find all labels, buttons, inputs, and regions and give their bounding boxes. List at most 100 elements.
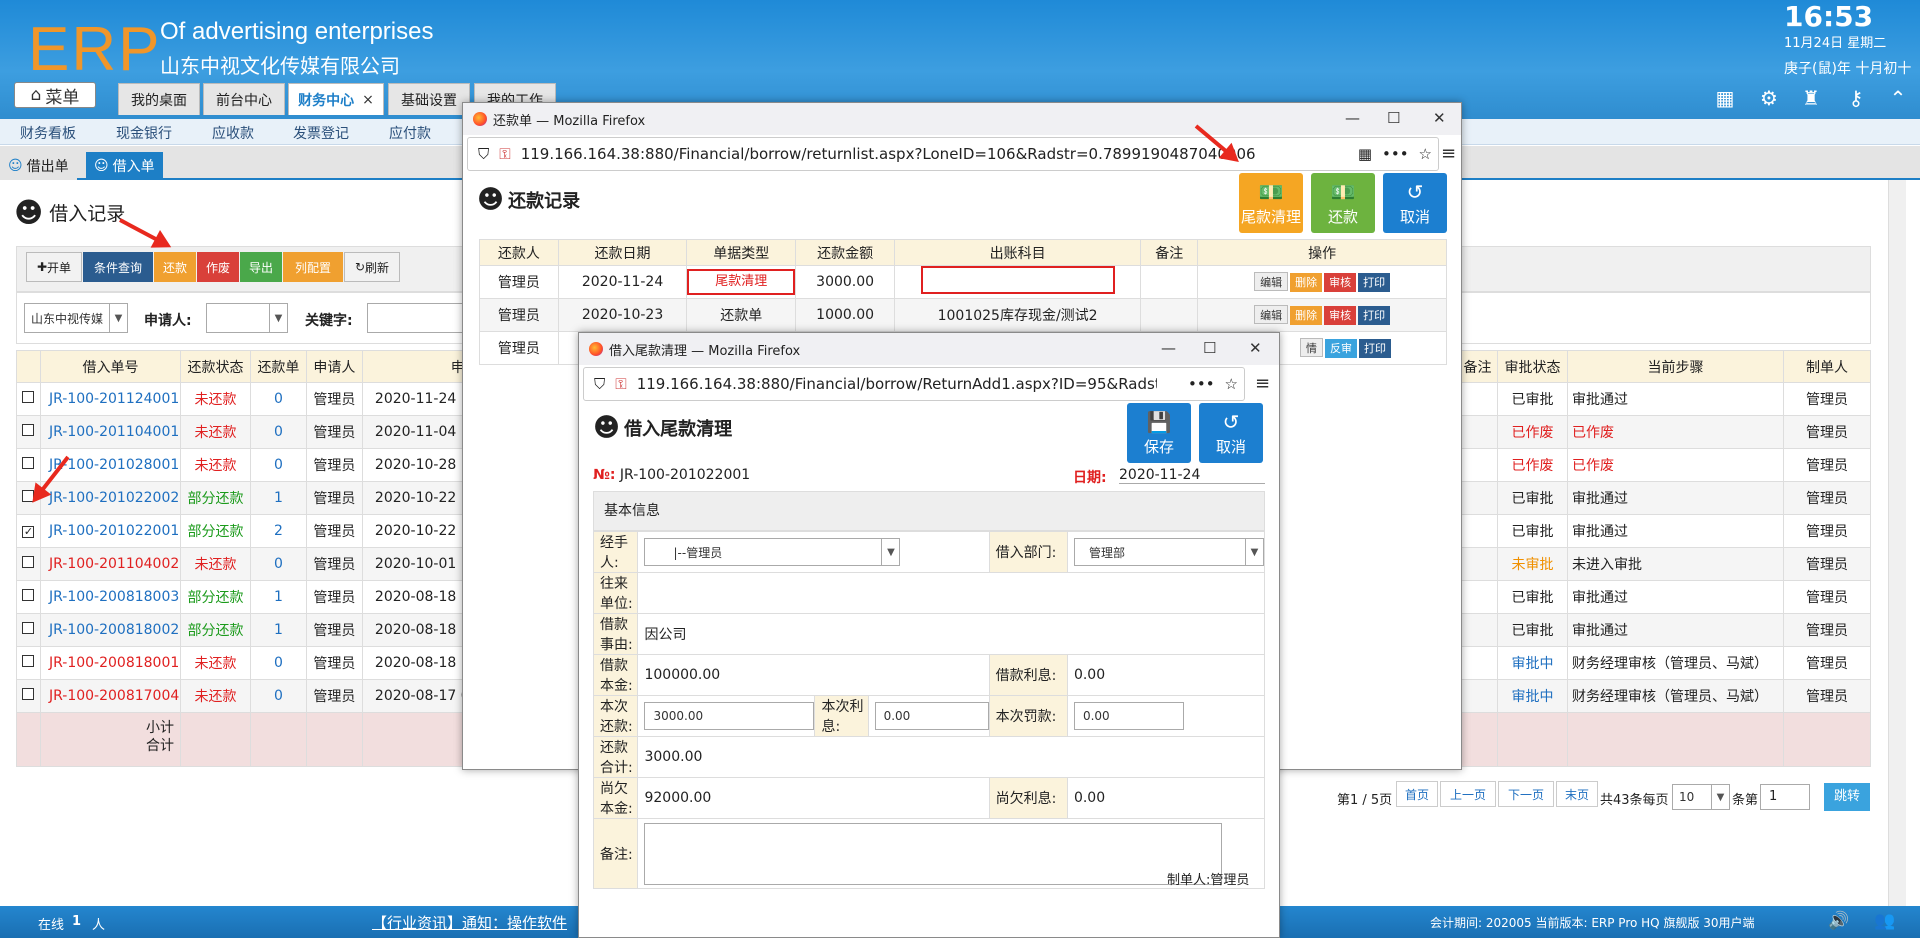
col-status[interactable]: 还款状态 [179,350,251,383]
remark-textarea[interactable] [644,822,1223,885]
last-page-button[interactable]: 末页 [1556,781,1598,807]
new-button[interactable]: ✚ 开单 [26,252,82,282]
cell-no[interactable]: JR-100-201124001 [39,382,181,416]
cell-count[interactable]: 1 [249,481,307,515]
audit-button[interactable]: 审核 [1324,306,1357,325]
keyword-input[interactable] [367,303,467,333]
checkbox[interactable] [22,589,35,601]
row-checkbox[interactable] [16,415,41,449]
url-bar[interactable]: ⛉ ⚿ 119.166.164.38:880/Financial/borrow/re… [467,137,1439,171]
company-select[interactable]: 山东中视传媒 ▼ [24,303,128,333]
cur-interest-input[interactable]: 0.00 [874,702,989,730]
delete-button[interactable]: 删除 [1290,273,1323,292]
first-page-button[interactable]: 首页 [1396,781,1438,807]
row-checkbox[interactable] [16,580,41,614]
refresh-button[interactable]: ↻ 刷新 [344,252,400,282]
tab-finance-center[interactable]: 财务中心 × [288,83,384,115]
close-icon[interactable]: ✕ [1433,109,1446,127]
unaudit-button[interactable]: 反审 [1325,339,1357,358]
menu-button[interactable]: ⌂ 菜单 [14,82,96,108]
col-step[interactable]: 当前步骤 [1567,350,1784,383]
detail-button[interactable]: 情 [1300,338,1323,357]
row-checkbox[interactable] [16,547,41,581]
row-checkbox[interactable] [16,646,41,680]
close-icon[interactable]: ✕ [1249,339,1262,357]
print-button[interactable]: 打印 [1359,339,1391,358]
page-scrollbar[interactable] [1888,180,1906,906]
grid-icon[interactable]: ▦ [1713,86,1737,110]
speaker-icon[interactable]: 🔊 [1828,911,1849,931]
void-button[interactable]: 作废 [197,252,239,282]
checkbox[interactable] [22,655,35,667]
go-button[interactable]: 跳转 [1824,783,1870,811]
cell-count[interactable]: 1 [249,613,307,647]
subnav-finance-board[interactable]: 财务看板 [20,123,76,143]
prev-page-button[interactable]: 上一页 [1440,781,1496,807]
cell-count[interactable]: 0 [249,448,307,482]
query-button[interactable]: 条件查询 [83,252,153,282]
cell-no[interactable]: JR-100-201022002 [39,481,181,515]
url-bar[interactable]: ⛉ ⚿ 119.166.164.38:880/Financial/borrow/Re… [583,367,1245,401]
repay-button[interactable]: 还款 [154,252,196,282]
col-no[interactable]: 借入单号 [39,350,181,383]
col-maker[interactable]: 制单人 [1782,350,1872,383]
cell-no[interactable]: JR-100-200818001 [39,646,181,680]
cell-no[interactable]: JR-100-200818003 [39,580,181,614]
cell-count[interactable]: 1 [249,580,307,614]
users-icon[interactable]: 👥 [1874,911,1895,931]
subnav-cash-bank[interactable]: 现金银行 [116,123,172,143]
news-ticker[interactable]: 【行业资讯】通知：操作软件 [372,912,567,933]
subnav-receivables[interactable]: 应收款 [212,123,254,143]
tab-lend-out[interactable]: ☺ 借出单 [0,152,77,180]
col-note[interactable]: 备注 [1457,350,1499,383]
doc-date-input[interactable]: 2020-11-24 [1119,467,1265,484]
more-icon[interactable]: ••• [1382,145,1409,163]
cell-count[interactable]: 0 [249,415,307,449]
per-page-select[interactable]: 10 ▼ [1672,784,1730,810]
print-button[interactable]: 打印 [1358,306,1391,325]
penalty-input[interactable]: 0.00 [1073,702,1184,730]
column-config-button[interactable]: 列配置 [283,252,343,282]
tab-my-desktop[interactable]: 我的桌面 [118,83,200,115]
star-icon[interactable]: ☆ [1419,145,1432,163]
tab-front-center[interactable]: 前台中心 [203,83,285,115]
subnav-payables[interactable]: 应付款 [389,123,431,143]
cell-count[interactable]: 2 [249,514,307,548]
star-icon[interactable]: ☆ [1225,375,1238,393]
checkbox[interactable] [22,556,35,568]
collapse-icon[interactable]: ⌃ [1886,86,1910,110]
col-count[interactable]: 还款单 [249,350,307,383]
cell-count[interactable]: 0 [249,382,307,416]
subnav-invoice[interactable]: 发票登记 [293,123,349,143]
checkbox[interactable]: ✓ [22,526,35,538]
checkbox[interactable] [22,457,35,469]
more-icon[interactable]: ••• [1188,375,1215,393]
hamburger-icon[interactable]: ≡ [1255,373,1270,394]
maximize-icon[interactable]: ☐ [1203,339,1216,357]
minimize-icon[interactable]: — [1161,339,1176,357]
save-button[interactable]: 💾 保存 [1127,403,1191,463]
next-page-button[interactable]: 下一页 [1498,781,1554,807]
row-checkbox[interactable] [16,448,41,482]
cell-no[interactable]: JR-100-201104002 [39,547,181,581]
checkbox[interactable] [22,391,35,403]
cell-count[interactable]: 0 [249,646,307,680]
checkbox[interactable] [22,424,35,436]
repay-button[interactable]: 💵 还款 [1311,173,1375,233]
tab-borrow-in[interactable]: ☺ 借入单 [86,152,163,180]
row-checkbox[interactable] [16,382,41,416]
col-applicant[interactable]: 申请人 [305,350,363,383]
cell-count[interactable]: 0 [249,679,307,713]
row-checkbox[interactable]: ✓ [16,514,41,548]
edit-button[interactable]: 编辑 [1254,305,1289,324]
row-checkbox[interactable] [16,613,41,647]
minimize-icon[interactable]: — [1345,109,1360,127]
key-icon[interactable]: ⚷ [1844,86,1868,110]
gear-icon[interactable]: ⚙ [1757,86,1781,110]
maximize-icon[interactable]: ☐ [1387,109,1400,127]
cell-no[interactable]: JR-100-201104001 [39,415,181,449]
delete-button[interactable]: 删除 [1290,306,1323,325]
cell-no[interactable]: JR-100-200818002 [39,613,181,647]
print-button[interactable]: 打印 [1358,273,1391,292]
cell-count[interactable]: 0 [249,547,307,581]
